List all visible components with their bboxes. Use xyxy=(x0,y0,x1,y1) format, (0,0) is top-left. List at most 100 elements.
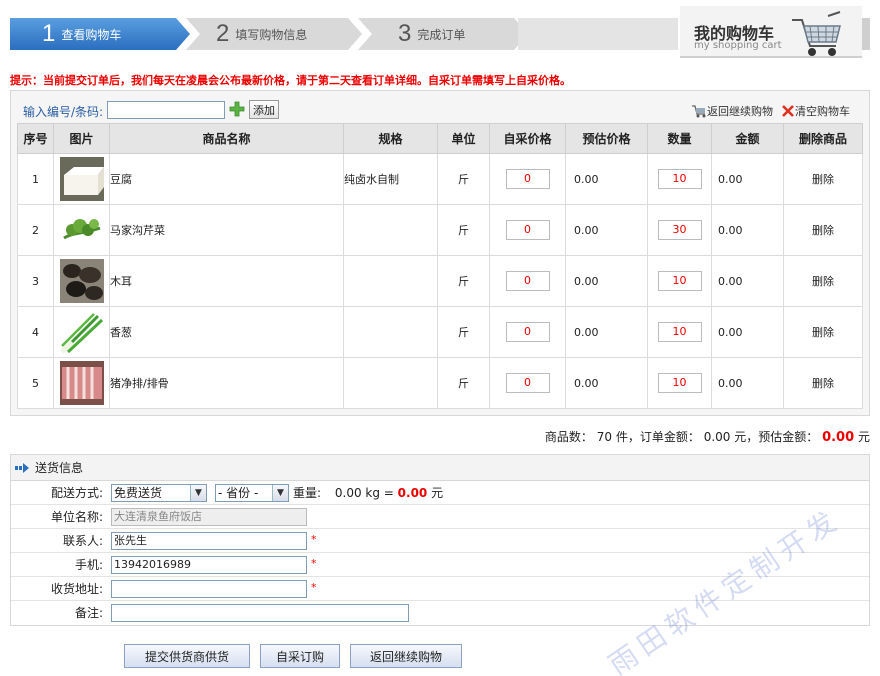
arrow-right-icon xyxy=(15,462,29,473)
delete-link[interactable]: 删除 xyxy=(783,153,863,205)
wood-ear-image xyxy=(59,259,104,303)
address-field[interactable] xyxy=(111,580,307,598)
table-header-row: 序号 图片 商品名称 规格 单位 自采价格 预估价格 数量 金额 删除商品 xyxy=(17,123,863,154)
order-amount: 0.00 xyxy=(703,430,731,444)
contact-field[interactable]: 张先生 xyxy=(111,532,307,550)
weight-unit: 元 xyxy=(431,486,444,500)
company-row: 单位名称: 大连清泉鱼府饭店 xyxy=(11,505,869,529)
product-image[interactable] xyxy=(53,357,110,409)
add-button[interactable]: 添加 xyxy=(249,100,279,119)
col-header: 图片 xyxy=(53,123,110,154)
product-spec xyxy=(343,357,438,409)
close-icon xyxy=(782,105,794,117)
product-name[interactable]: 木耳 xyxy=(109,255,344,307)
continue-shopping-label: 返回继续购物 xyxy=(707,105,773,118)
product-spec: 纯卤水自制 xyxy=(343,153,438,205)
item-count: 70 xyxy=(596,430,613,444)
product-spec xyxy=(343,255,438,307)
product-image[interactable] xyxy=(53,204,110,256)
estimated-price: 0.00 xyxy=(565,255,648,307)
amount: 0.00 xyxy=(711,204,784,256)
quantity-input[interactable]: 10 xyxy=(657,373,702,393)
pork-ribs-image xyxy=(59,361,104,405)
row-number: 1 xyxy=(17,153,54,205)
celery-image xyxy=(59,208,104,252)
product-spec xyxy=(343,306,438,358)
amount: 0.00 xyxy=(711,153,784,205)
order-summary: 商品数： 70 件，订单金额： 0.00 元，预估金额： 0.00 元 xyxy=(545,428,870,445)
tofu-image xyxy=(59,157,104,201)
product-image[interactable] xyxy=(53,306,110,358)
product-name[interactable]: 猪净排/排骨 xyxy=(109,357,344,409)
product-image[interactable] xyxy=(53,255,110,307)
company-label: 单位名称: xyxy=(50,510,103,524)
table-row: 2 马家沟芹菜 斤 0 0.00 30 0.00 删除 xyxy=(17,204,863,256)
quantity-input[interactable]: 10 xyxy=(657,169,702,189)
estimated-price: 0.00 xyxy=(565,306,648,358)
amount: 0.00 xyxy=(711,306,784,358)
plus-icon[interactable] xyxy=(229,101,245,117)
row-number: 4 xyxy=(17,306,54,358)
self-price-input[interactable]: 0 xyxy=(505,373,550,393)
product-unit: 斤 xyxy=(437,153,490,205)
step-complete-order: 3 完成订单 xyxy=(358,18,528,50)
clear-cart-link[interactable]: 清空购物车 xyxy=(781,103,850,119)
submit-supplier-button[interactable]: 提交供货商供货 xyxy=(124,644,250,668)
quantity-input[interactable]: 10 xyxy=(657,271,702,291)
phone-label: 手机: xyxy=(74,558,103,572)
self-price-input[interactable]: 0 xyxy=(505,220,550,240)
self-price-input[interactable]: 0 xyxy=(505,271,550,291)
province-value: - 省份 - xyxy=(218,486,259,500)
self-price-input[interactable]: 0 xyxy=(505,169,550,189)
self-order-button[interactable]: 自采订购 xyxy=(260,644,340,668)
delivery-method-row: 配送方式: 免费送货 ▼ - 省份 - ▼ 重量: 0.00 kg = 0.00… xyxy=(11,481,869,505)
step-label: 完成订单 xyxy=(417,27,466,42)
cart-small-icon xyxy=(692,105,706,118)
contact-label: 联系人: xyxy=(62,534,103,548)
code-input[interactable] xyxy=(107,101,225,119)
count-unit: 件，订单金额： xyxy=(615,430,700,444)
product-name[interactable]: 香葱 xyxy=(109,306,344,358)
required-mark: * xyxy=(311,557,317,570)
required-mark: * xyxy=(311,533,317,546)
province-select[interactable]: - 省份 - ▼ xyxy=(215,484,289,502)
delivery-method-select[interactable]: 免费送货 ▼ xyxy=(111,484,207,502)
delete-link[interactable]: 删除 xyxy=(783,357,863,409)
remark-field[interactable] xyxy=(111,604,409,622)
continue-shopping-link[interactable]: 返回继续购物 xyxy=(691,103,773,119)
estimated-amount: 0.00 xyxy=(822,430,855,445)
back-shopping-button[interactable]: 返回继续购物 xyxy=(350,644,462,668)
delete-link[interactable]: 删除 xyxy=(783,255,863,307)
chevron-down-icon: ▼ xyxy=(190,485,206,501)
contact-row: 联系人: 张先生 * xyxy=(11,529,869,553)
phone-field[interactable]: 13942016989 xyxy=(111,556,307,574)
address-label: 收货地址: xyxy=(50,582,103,596)
product-unit: 斤 xyxy=(437,357,490,409)
col-header: 规格 xyxy=(343,123,438,154)
step-fill-info: 2 填写购物信息 xyxy=(186,18,362,50)
shopping-cart-icon xyxy=(792,11,841,56)
delete-link[interactable]: 删除 xyxy=(783,204,863,256)
table-row: 5 猪净排/排骨 斤 0 0.00 10 0.00 删除 xyxy=(17,357,863,409)
quantity-input[interactable]: 10 xyxy=(657,322,702,342)
code-label: 输入编号/条码: xyxy=(23,105,104,119)
product-unit: 斤 xyxy=(437,255,490,307)
clear-cart-label: 清空购物车 xyxy=(795,105,850,118)
col-header: 自采价格 xyxy=(489,123,566,154)
delete-link[interactable]: 删除 xyxy=(783,306,863,358)
step-number: 1 xyxy=(42,20,56,47)
delivery-method-value: 免费送货 xyxy=(114,486,163,500)
product-image[interactable] xyxy=(53,153,110,205)
checkout-steps: 1 查看购物车 2 填写购物信息 3 完成订单 xyxy=(10,18,528,50)
product-name[interactable]: 豆腐 xyxy=(109,153,344,205)
col-header: 删除商品 xyxy=(783,123,863,154)
company-field: 大连清泉鱼府饭店 xyxy=(111,508,307,526)
remark-label: 备注: xyxy=(74,606,103,620)
product-unit: 斤 xyxy=(437,204,490,256)
step-number: 2 xyxy=(216,20,230,47)
col-header: 数量 xyxy=(647,123,712,154)
step-label: 查看购物车 xyxy=(61,27,122,42)
product-name[interactable]: 马家沟芹菜 xyxy=(109,204,344,256)
self-price-input[interactable]: 0 xyxy=(505,322,550,342)
quantity-input[interactable]: 30 xyxy=(657,220,702,240)
